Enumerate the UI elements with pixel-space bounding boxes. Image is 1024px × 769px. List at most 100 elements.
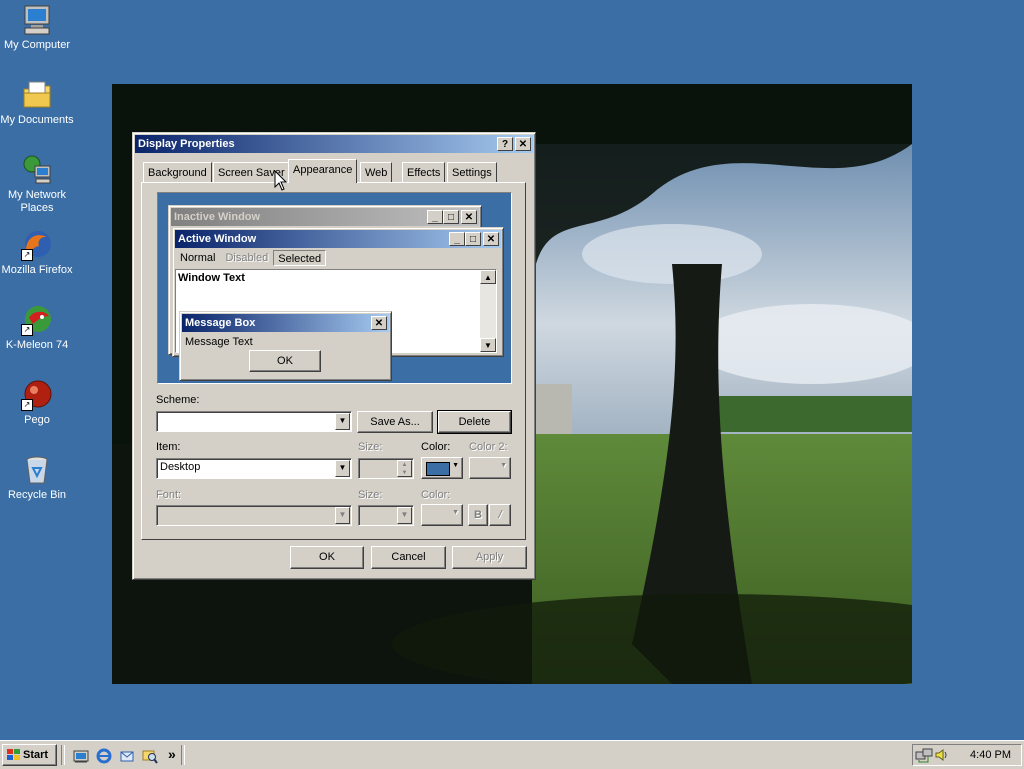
spinner-arrows-icon: ▲ ▼	[397, 460, 412, 477]
tab-web[interactable]: Web	[360, 162, 393, 182]
item-size-label: Size:	[358, 441, 383, 453]
close-button[interactable]: ✕	[515, 137, 531, 151]
preview-active-title: Active Window	[178, 233, 257, 245]
scheme-select[interactable]: ▼	[156, 411, 352, 432]
desktop-icon-label: Pego	[24, 414, 50, 426]
font-size-label: Size:	[358, 489, 383, 501]
apply-button: Apply	[452, 546, 527, 569]
preview-menu-normal: Normal	[180, 252, 216, 264]
preview-msgbox-titlebar: Message Box ✕	[182, 314, 389, 332]
color-swatch	[426, 462, 450, 476]
chevron-down-icon: ▼	[452, 509, 459, 516]
desktop-icon-label: My Documents	[0, 114, 74, 126]
start-button[interactable]: Start	[2, 744, 57, 766]
item-select[interactable]: Desktop ▼	[156, 458, 352, 479]
help-button[interactable]: ?	[497, 137, 513, 151]
desktop-icon-my-documents[interactable]: My Documents	[0, 79, 74, 127]
internet-explorer-icon[interactable]	[96, 748, 112, 764]
shortcut-arrow-icon: ↗	[21, 399, 33, 411]
system-tray: 4:40 PM	[912, 744, 1022, 766]
clock[interactable]: 4:40 PM	[970, 749, 1011, 761]
preview-inactive-titlebar: Inactive Window _ □ ✕	[171, 208, 479, 226]
delete-button[interactable]: Delete	[437, 410, 512, 434]
preview-scrollbar: ▲ ▼	[480, 270, 496, 352]
my-computer-icon	[21, 4, 53, 36]
font-color-picker: ▼	[421, 504, 463, 526]
network-places-icon	[21, 154, 53, 186]
search-icon[interactable]	[142, 748, 158, 764]
network-tray-icon[interactable]	[915, 747, 933, 763]
firefox-icon: ↗	[21, 229, 53, 261]
desktop-icon-pego[interactable]: ↗ Pego	[0, 379, 74, 427]
ok-button[interactable]: OK	[290, 546, 364, 569]
chevron-down-icon[interactable]: ▼	[335, 460, 350, 477]
desktop-icon-label: Recycle Bin	[7, 489, 67, 501]
scheme-label: Scheme:	[156, 394, 200, 406]
chevron-down-icon: ▼	[397, 507, 412, 524]
desktop-icon-network-places[interactable]: My Network Places	[0, 154, 74, 215]
desktop-icon-kmeleon[interactable]: ↗ K-Meleon 74	[0, 304, 74, 352]
font-color-label: Color:	[421, 489, 451, 501]
save-as-button[interactable]: Save As...	[357, 411, 433, 433]
desktop-icon-recycle-bin[interactable]: Recycle Bin	[0, 454, 74, 502]
item-size-spinner: ▲ ▼	[358, 458, 414, 479]
scroll-down-icon: ▼	[480, 338, 496, 352]
pego-icon: ↗	[21, 379, 53, 411]
volume-tray-icon[interactable]	[933, 747, 949, 763]
italic-button: /	[489, 504, 511, 526]
desktop-icon-label: My Network	[7, 189, 67, 201]
desktop-icon-my-computer[interactable]: My Computer	[0, 4, 74, 52]
tab-appearance[interactable]: Appearance	[288, 159, 358, 183]
kmeleon-icon: ↗	[21, 304, 53, 336]
item-color2-label: Color 2:	[469, 441, 508, 453]
preview-menu-selected: Selected	[273, 250, 327, 266]
my-documents-icon	[21, 79, 53, 111]
close-icon: ✕	[371, 316, 387, 330]
quicklaunch-chevron[interactable]: »	[168, 746, 176, 762]
taskbar-separator	[181, 745, 185, 765]
chevron-down-icon: ▼	[500, 462, 507, 469]
cancel-button[interactable]: Cancel	[371, 546, 446, 569]
tab-effects[interactable]: Effects	[402, 162, 446, 182]
minimize-icon: _	[449, 232, 465, 246]
scroll-up-icon: ▲	[480, 270, 496, 284]
preview-active-titlebar: Active Window _ □ ✕	[175, 230, 501, 248]
item-color-picker[interactable]: ▼	[421, 457, 463, 479]
mouse-cursor-icon	[274, 169, 288, 195]
outlook-express-icon[interactable]	[119, 748, 135, 764]
preview-msgbox-title: Message Box	[185, 317, 256, 329]
chevron-down-icon: ▼	[452, 462, 459, 469]
taskbar-separator	[61, 745, 65, 765]
font-select: ▼	[156, 505, 352, 526]
font-size-select: ▼	[358, 505, 414, 526]
taskbar: Start » 4:40 PM	[0, 740, 1024, 769]
item-color-label: Color:	[421, 441, 451, 453]
shortcut-arrow-icon: ↗	[21, 249, 33, 261]
windows-logo-icon	[6, 748, 21, 762]
minimize-icon: _	[427, 210, 443, 224]
item-value: Desktop	[160, 461, 201, 473]
desktop-icon-label: Places	[20, 202, 54, 214]
show-desktop-icon[interactable]	[73, 748, 89, 764]
item-label: Item:	[156, 441, 181, 453]
preview-message-box: Message Box ✕ Message Text OK	[179, 311, 392, 381]
desktop-icon-firefox[interactable]: ↗ Mozilla Firefox	[0, 229, 74, 277]
dialog-titlebar[interactable]: Display Properties ? ✕	[135, 135, 533, 153]
preview-window-text: Window Text	[178, 272, 245, 284]
chevron-down-icon[interactable]: ▼	[335, 413, 350, 430]
chevron-down-icon: ▼	[335, 507, 350, 524]
maximize-icon: □	[465, 232, 481, 246]
tab-settings[interactable]: Settings	[447, 162, 497, 182]
start-label: Start	[23, 749, 49, 761]
tab-background[interactable]: Background	[143, 162, 212, 182]
maximize-icon: □	[443, 210, 459, 224]
shortcut-arrow-icon: ↗	[21, 324, 33, 336]
bold-button: B	[468, 504, 488, 526]
close-icon: ✕	[461, 210, 477, 224]
close-icon: ✕	[483, 232, 499, 246]
preview-msgbox-ok: OK	[249, 350, 321, 372]
preview-inactive-title: Inactive Window	[174, 211, 261, 223]
desktop-icon-label: My Computer	[3, 39, 71, 51]
desktop-icon-label: Mozilla Firefox	[1, 264, 73, 276]
preview-menu-disabled: Disabled	[225, 252, 269, 264]
